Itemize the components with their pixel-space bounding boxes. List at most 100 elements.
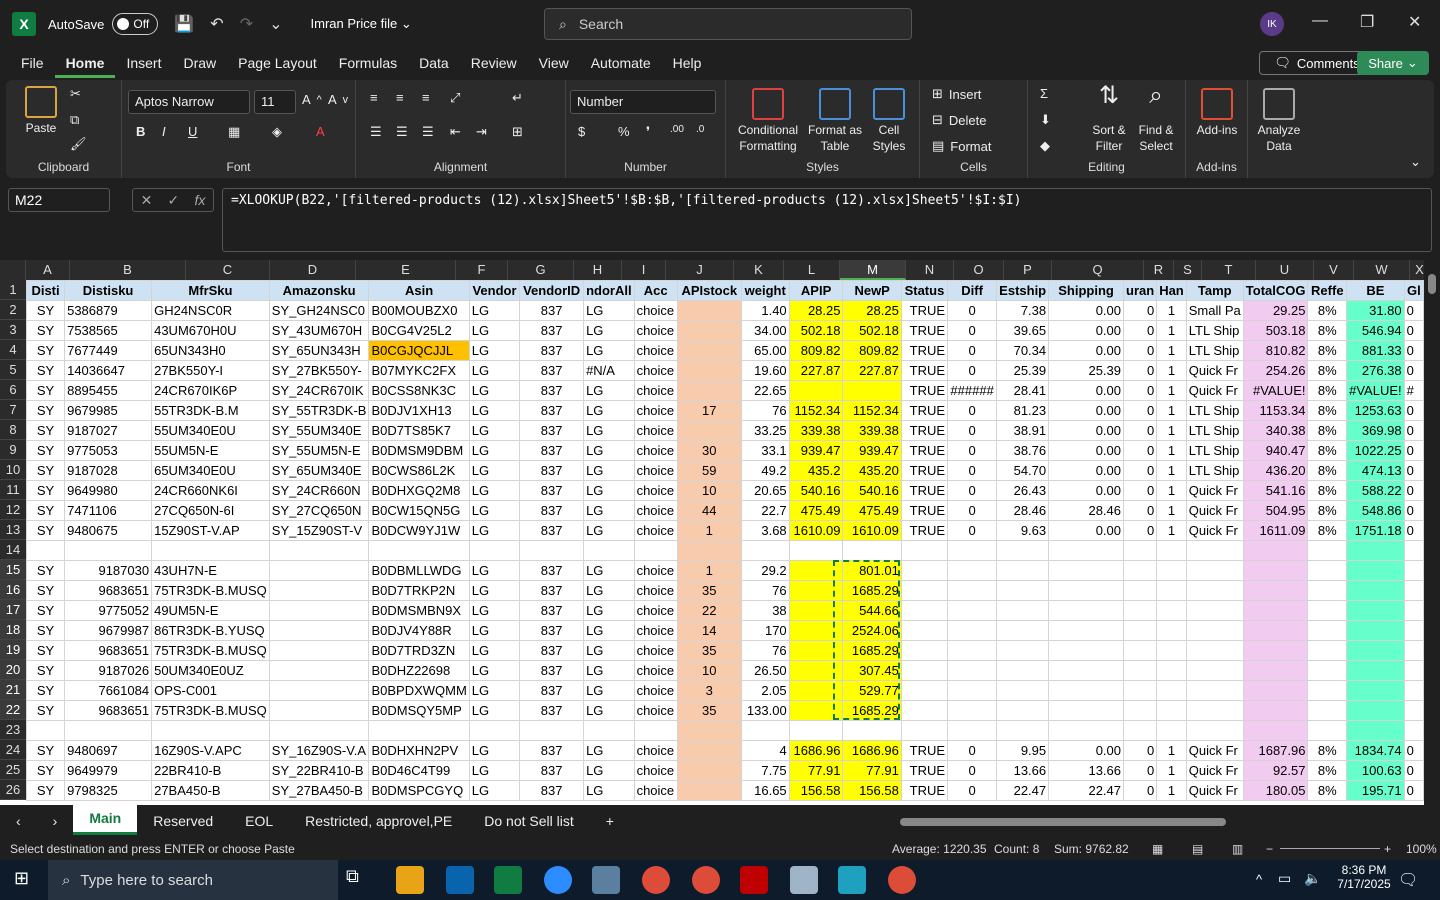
cell-o16[interactable] (947, 580, 998, 601)
cell-m8[interactable]: 339.38 (842, 420, 902, 441)
autosum-icon[interactable]: Σ (1040, 86, 1048, 101)
cell-x19[interactable] (1403, 640, 1424, 661)
cell-f3[interactable]: LG (468, 320, 521, 341)
cell-r5[interactable]: 0 (1123, 360, 1158, 381)
tab-do-not-sell[interactable]: Do not Sell list (468, 805, 589, 838)
comma-icon[interactable]: ❜ (646, 124, 650, 140)
formula-input[interactable]: =XLOOKUP(B22,'[filtered-products (12).xl… (222, 188, 1432, 252)
cell-e11[interactable]: B0DHXGQ2M8 (368, 480, 470, 501)
column-header-a[interactable]: A (26, 260, 70, 280)
cell-d18[interactable] (268, 620, 370, 641)
cell-i18[interactable]: choice (633, 620, 678, 641)
cell-q4[interactable]: 0.00 (1048, 340, 1125, 361)
column-header-l[interactable]: L (784, 260, 840, 280)
cell-c26[interactable]: 27BA450-B (151, 780, 270, 801)
cell-k6[interactable]: 22.65 (740, 380, 790, 401)
clear-icon[interactable]: ◆ (1040, 138, 1050, 154)
cell-w10[interactable]: 474.13 (1346, 460, 1405, 481)
cell-c12[interactable]: 27CQ650N-6I (151, 500, 270, 521)
cell-b26[interactable]: 9798325 (64, 780, 153, 801)
cell-s5[interactable]: 1 (1156, 360, 1187, 381)
cell-j13[interactable]: 1 (676, 520, 742, 541)
cell-g20[interactable]: 837 (519, 660, 585, 681)
normal-view-icon[interactable]: ▦ (1152, 842, 1163, 856)
cell-v15[interactable] (1307, 560, 1348, 581)
cell-s14[interactable] (1156, 540, 1187, 561)
cell-r9[interactable]: 0 (1123, 440, 1158, 461)
cell-s21[interactable] (1156, 680, 1187, 701)
row-header-24[interactable]: 24 (0, 740, 26, 760)
cell-t17[interactable] (1185, 600, 1244, 621)
cell-p17[interactable] (996, 600, 1050, 621)
cell-n19[interactable] (900, 640, 949, 661)
format-as-table-button[interactable]: Format as Table (806, 88, 864, 154)
column-header-o[interactable]: O (954, 260, 1004, 280)
cell-u6[interactable]: #VALUE! (1242, 380, 1309, 401)
cell-v17[interactable] (1307, 600, 1348, 621)
cell-l24[interactable]: 1686.96 (788, 740, 844, 761)
cell-v16[interactable] (1307, 580, 1348, 601)
row-header-23[interactable]: 23 (0, 720, 26, 740)
cell-f19[interactable]: LG (468, 640, 521, 661)
cell-m7[interactable]: 1152.34 (842, 400, 902, 421)
cell-t19[interactable] (1185, 640, 1244, 661)
cell-l12[interactable]: 475.49 (788, 500, 844, 521)
row-header-13[interactable]: 13 (0, 520, 26, 540)
cell-g3[interactable]: 837 (519, 320, 585, 341)
cell-a8[interactable]: SY (25, 420, 66, 441)
cell-k11[interactable]: 20.65 (740, 480, 790, 501)
cell-f7[interactable]: LG (468, 400, 521, 421)
cell-p10[interactable]: 54.70 (996, 460, 1050, 481)
cell-w26[interactable]: 195.71 (1346, 780, 1405, 801)
cell-u9[interactable]: 940.47 (1242, 440, 1309, 461)
cell-m10[interactable]: 435.20 (842, 460, 902, 481)
cell-t24[interactable]: Quick Fr (1185, 740, 1244, 761)
app-icon[interactable] (790, 866, 818, 894)
cell-r13[interactable]: 0 (1123, 520, 1158, 541)
cell-k26[interactable]: 16.65 (740, 780, 790, 801)
cell-u2[interactable]: 29.25 (1242, 300, 1309, 321)
cell-q3[interactable]: 0.00 (1048, 320, 1125, 341)
row-header-8[interactable]: 8 (0, 420, 26, 440)
cell-r7[interactable]: 0 (1123, 400, 1158, 421)
font-color-icon[interactable]: A (316, 124, 325, 139)
cell-a16[interactable]: SY (25, 580, 66, 601)
cell-l7[interactable]: 1152.34 (788, 400, 844, 421)
menu-formulas[interactable]: Formulas (328, 48, 408, 78)
cell-p23[interactable] (996, 720, 1050, 741)
cell-g7[interactable]: 837 (519, 400, 585, 421)
cell-x15[interactable] (1403, 560, 1424, 581)
column-header-d[interactable]: D (270, 260, 356, 280)
cell-b7[interactable]: 9679985 (64, 400, 153, 421)
add-sheet-icon[interactable]: + (590, 805, 630, 838)
cell-f2[interactable]: LG (468, 300, 521, 321)
cell-j25[interactable] (676, 760, 742, 781)
cell-v13[interactable]: 8% (1307, 520, 1348, 541)
cell-j11[interactable]: 10 (676, 480, 742, 501)
customize-toolbar-icon[interactable]: ⌄ (269, 14, 282, 34)
cell-b11[interactable]: 9649980 (64, 480, 153, 501)
cell-f10[interactable]: LG (468, 460, 521, 481)
column-header-f[interactable]: F (456, 260, 508, 280)
cell-w11[interactable]: 588.22 (1346, 480, 1405, 501)
cell-k22[interactable]: 133.00 (740, 700, 790, 721)
conditional-formatting-button[interactable]: Conditional Formatting (732, 88, 804, 154)
cell-x10[interactable]: 0 (1403, 460, 1424, 481)
cell-t13[interactable]: Quick Fr (1185, 520, 1244, 541)
copy-icon[interactable]: ⧉ (70, 112, 79, 128)
cell-h6[interactable]: LG (583, 380, 635, 401)
cell-l11[interactable]: 540.16 (788, 480, 844, 501)
cell-q15[interactable] (1048, 560, 1125, 581)
cell-v5[interactable]: 8% (1307, 360, 1348, 381)
cell-a26[interactable]: SY (25, 780, 66, 801)
cell-j5[interactable] (676, 360, 742, 381)
cell-g16[interactable]: 837 (519, 580, 585, 601)
column-header-u[interactable]: U (1256, 260, 1314, 280)
cell-i7[interactable]: choice (633, 400, 678, 421)
cell-a7[interactable]: SY (25, 400, 66, 421)
tab-main[interactable]: Main (73, 804, 138, 835)
cell-c3[interactable]: 43UM670H0U (151, 320, 270, 341)
cell-n4[interactable]: TRUE (900, 340, 949, 361)
cell-p1[interactable]: Estship (996, 280, 1050, 301)
cell-x3[interactable]: 0 (1403, 320, 1424, 341)
